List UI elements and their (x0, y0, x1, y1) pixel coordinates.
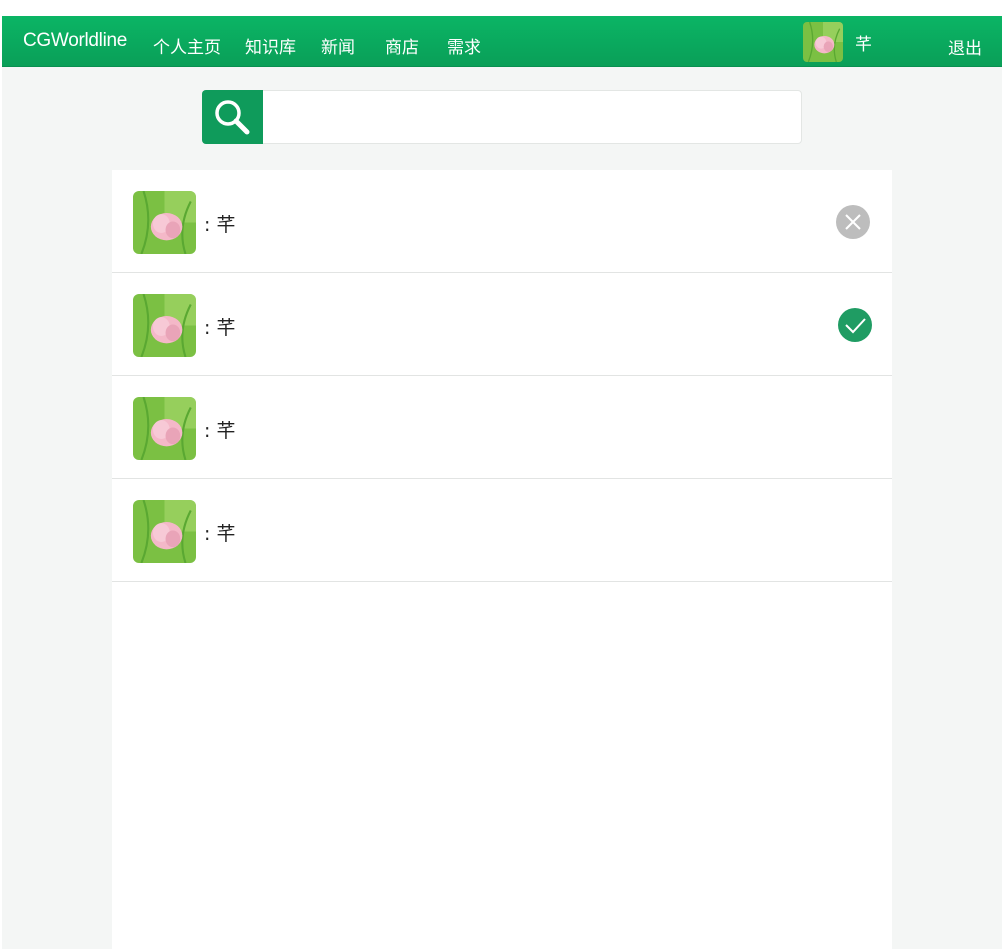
list-item: : 芊 (112, 479, 892, 582)
logout-button[interactable]: 退出 (948, 34, 982, 59)
nav-item-news[interactable]: 新闻 (321, 33, 355, 58)
list-item-label: : 芊 (204, 214, 236, 236)
list-item-label: : 芊 (204, 523, 236, 545)
list-item-label: : 芊 (204, 420, 236, 442)
avatar[interactable] (133, 397, 196, 460)
avatar[interactable] (133, 191, 196, 254)
username-label[interactable]: 芊 (855, 30, 872, 55)
search-icon (215, 100, 250, 135)
list-item: : 芊 (112, 170, 892, 273)
flower-avatar-icon (133, 191, 196, 254)
list-item: : 芊 (112, 376, 892, 479)
nav-item-shop[interactable]: 商店 (385, 33, 419, 58)
top-navbar: CGWorldline 个人主页 知识库 新闻 商店 需求 芊 退出 (2, 16, 1002, 67)
search-button[interactable] (202, 90, 263, 144)
search-bar (202, 90, 802, 144)
close-circle-icon[interactable] (836, 205, 870, 239)
avatar[interactable] (133, 500, 196, 563)
nav-item-demand[interactable]: 需求 (447, 33, 481, 58)
check-circle-icon[interactable] (838, 308, 872, 342)
avatar[interactable] (133, 294, 196, 357)
nav-item-knowledge-base[interactable]: 知识库 (245, 33, 296, 58)
search-input[interactable] (265, 93, 799, 143)
flower-avatar-icon (133, 397, 196, 460)
flower-avatar-icon (803, 22, 843, 62)
list-item: : 芊 (112, 273, 892, 376)
user-list-panel: : 芊 : 芊: 芊: 芊 (112, 170, 892, 949)
user-avatar[interactable] (803, 22, 843, 62)
nav-item-profile[interactable]: 个人主页 (153, 33, 221, 58)
flower-avatar-icon (133, 294, 196, 357)
brand-logo[interactable]: CGWorldline (23, 30, 127, 52)
list-item-label: : 芊 (204, 317, 236, 339)
flower-avatar-icon (133, 500, 196, 563)
